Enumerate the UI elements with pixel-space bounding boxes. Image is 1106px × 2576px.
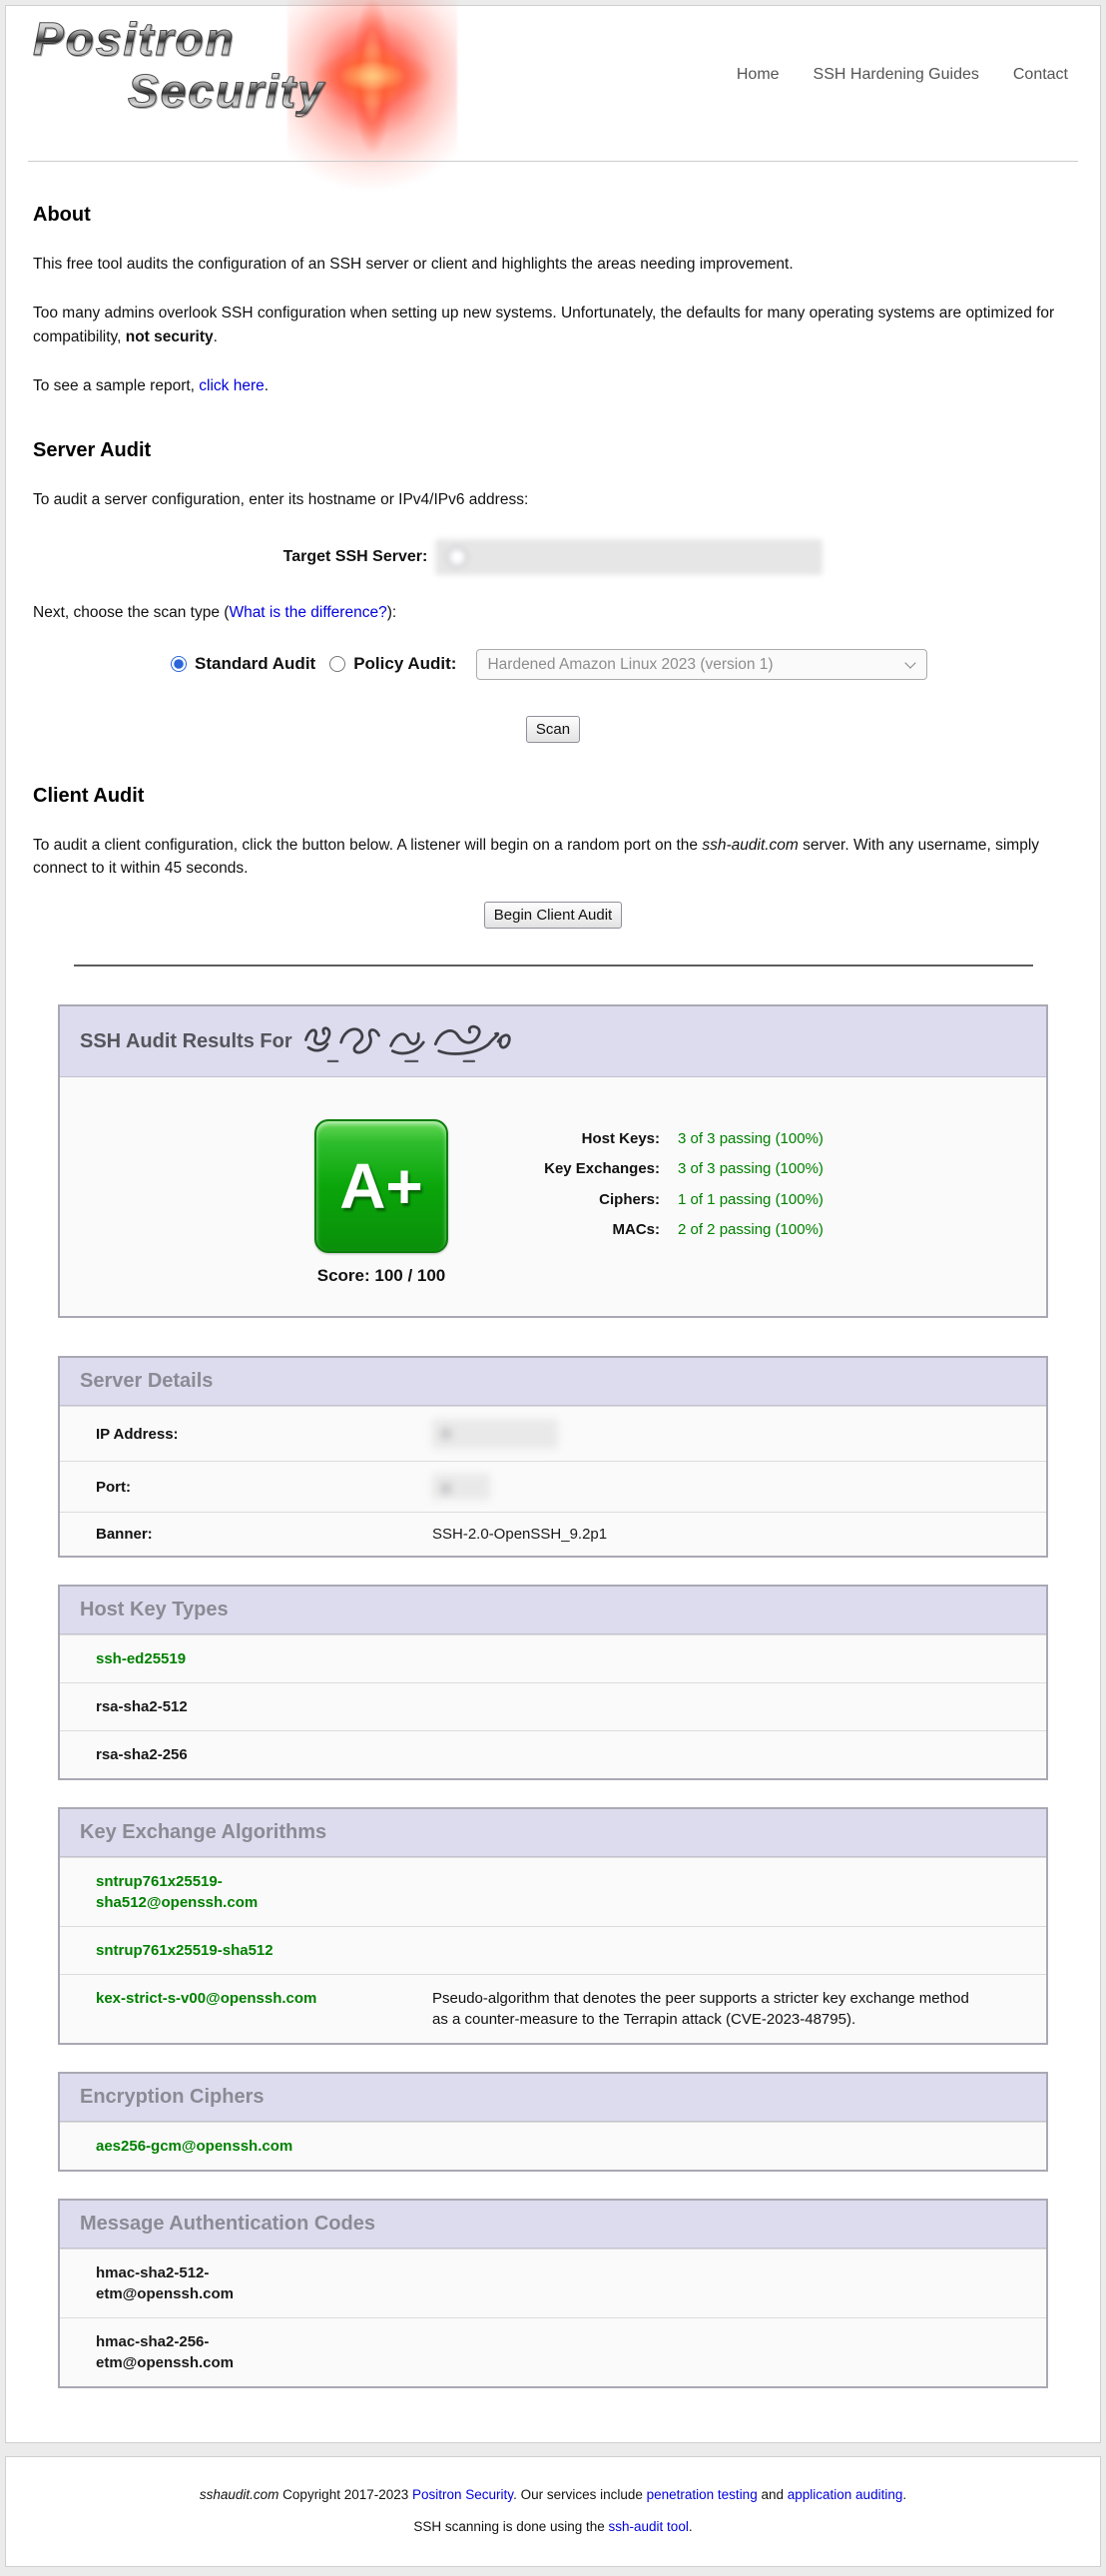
redacted-port (432, 1474, 490, 1500)
policy-select[interactable]: Hardened Amazon Linux 2023 (version 1) (476, 649, 927, 680)
client-audit-button-row: Begin Client Audit (33, 902, 1073, 929)
encryption-ciphers-panel: Encryption Ciphers aes256-gcm@openssh.co… (58, 2072, 1048, 2172)
target-ssh-server-input[interactable] (435, 539, 823, 575)
scan-button[interactable]: Scan (526, 716, 580, 743)
positron-security-logo[interactable]: Positron Security (33, 16, 452, 156)
key-exchange-header: Key Exchange Algorithms (60, 1809, 1046, 1857)
server-details-header: Server Details (60, 1358, 1046, 1406)
kex-row: sntrup761x25519-sha512@openssh.com (60, 1857, 1046, 1926)
redacted-ip-address (432, 1419, 558, 1449)
macs-panel: Message Authentication Codes hmac-sha2-5… (58, 2199, 1048, 2388)
mac-row: hmac-sha2-256-etm@openssh.com (60, 2317, 1046, 2386)
footer-ssh-audit-tool-link[interactable]: ssh-audit tool (609, 2519, 689, 2534)
detail-row-ip: IP Address: (60, 1406, 1046, 1461)
server-audit-section: Server Audit To audit a server configura… (6, 439, 1100, 743)
about-heading: About (33, 204, 1073, 227)
ssh-audit-results-panel: SSH Audit Results For A+ (58, 1004, 1048, 1318)
logo-text-line2: Security (128, 68, 452, 114)
redacted-hostname-scribble (302, 1020, 517, 1064)
site-header: Positron Security Home SSH Hardening Guid… (6, 6, 1100, 162)
stat-row-macs: MACs: 2 of 2 passing (100%) (532, 1220, 824, 1240)
footer-penetration-testing-link[interactable]: penetration testing (647, 2487, 758, 2502)
mac-row: hmac-sha2-512-etm@openssh.com (60, 2249, 1046, 2317)
nav-home-link[interactable]: Home (737, 66, 780, 83)
stat-row-key-exchanges: Key Exchanges: 3 of 3 passing (100%) (532, 1159, 824, 1179)
kex-note: Pseudo-algorithm that denotes the peer s… (432, 1988, 996, 2030)
scan-button-row: Scan (33, 716, 1073, 743)
stat-row-host-keys: Host Keys: 3 of 3 passing (100%) (532, 1129, 824, 1149)
server-details-panel: Server Details IP Address: Port: Banner:… (58, 1356, 1048, 1558)
page: Positron Security Home SSH Hardening Guid… (0, 5, 1106, 2567)
policy-select-wrap: Hardened Amazon Linux 2023 (version 1) (476, 649, 927, 680)
about-paragraph-1: This free tool audits the configuration … (33, 253, 1073, 276)
score-label: Score: 100 / 100 (286, 1266, 476, 1286)
footer-application-auditing-link[interactable]: application auditing (788, 2487, 903, 2502)
begin-client-audit-button[interactable]: Begin Client Audit (484, 902, 622, 929)
policy-audit-label: Policy Audit: (353, 654, 456, 674)
footer-positron-security-link[interactable]: Positron Security (412, 2487, 513, 2502)
grade-badge: A+ (314, 1119, 448, 1253)
target-server-row: Target SSH Server: (33, 539, 1073, 575)
grade-value: A+ (339, 1149, 423, 1223)
nav-contact-link[interactable]: Contact (1013, 66, 1068, 83)
cipher-row: aes256-gcm@openssh.com (60, 2122, 1046, 2170)
results-panel-body: A+ Score: 100 / 100 Host Keys: 3 of 3 pa… (60, 1077, 1046, 1316)
host-key-row: rsa-sha2-256 (60, 1730, 1046, 1778)
site-footer: sshaudit.com Copyright 2017-2023 Positro… (5, 2456, 1101, 2567)
client-audit-paragraph: To audit a client configuration, click t… (33, 834, 1073, 881)
host-key-types-panel: Host Key Types ssh-ed25519 rsa-sha2-512 … (58, 1585, 1048, 1780)
host-key-row: rsa-sha2-512 (60, 1682, 1046, 1730)
kex-row: kex-strict-s-v00@openssh.com Pseudo-algo… (60, 1974, 1046, 2043)
banner-value: SSH-2.0-OpenSSH_9.2p1 (432, 1526, 607, 1543)
standard-audit-radio[interactable] (171, 656, 187, 672)
host-key-types-header: Host Key Types (60, 1587, 1046, 1634)
scan-type-row: Standard Audit Policy Audit: Hardened Am… (171, 649, 1073, 680)
about-section: About This free tool audits the configur… (6, 204, 1100, 397)
key-exchange-panel: Key Exchange Algorithms sntrup761x25519-… (58, 1807, 1048, 2045)
scan-type-difference-link[interactable]: What is the difference? (229, 604, 386, 621)
footer-line1: sshaudit.com Copyright 2017-2023 Positro… (26, 2487, 1080, 2502)
kex-row: sntrup761x25519-sha512 (60, 1926, 1046, 1974)
detail-row-port: Port: (60, 1461, 1046, 1512)
results-panel-header: SSH Audit Results For (60, 1006, 1046, 1077)
macs-header: Message Authentication Codes (60, 2201, 1046, 2249)
about-paragraph-2: Too many admins overlook SSH configurati… (33, 302, 1073, 348)
target-ssh-server-label: Target SSH Server: (283, 548, 428, 566)
sample-report-paragraph: To see a sample report, click here. (33, 374, 1073, 397)
server-audit-heading: Server Audit (33, 439, 1073, 462)
client-audit-heading: Client Audit (33, 785, 1073, 808)
results-stats: Host Keys: 3 of 3 passing (100%) Key Exc… (532, 1129, 824, 1250)
host-key-row: ssh-ed25519 (60, 1634, 1046, 1682)
encryption-ciphers-header: Encryption Ciphers (60, 2074, 1046, 2122)
nav-ssh-hardening-guides-link[interactable]: SSH Hardening Guides (814, 66, 979, 83)
server-audit-intro: To audit a server configuration, enter i… (33, 488, 1073, 511)
scan-type-paragraph: Next, choose the scan type (What is the … (33, 601, 1073, 624)
header-divider (28, 161, 1078, 162)
results-title: SSH Audit Results For (80, 1030, 292, 1053)
standard-audit-label: Standard Audit (195, 654, 315, 674)
footer-line2: SSH scanning is done using the ssh-audit… (26, 2519, 1080, 2534)
client-audit-section: Client Audit To audit a client configura… (6, 785, 1100, 930)
stat-row-ciphers: Ciphers: 1 of 1 passing (100%) (532, 1190, 824, 1210)
main-nav: Home SSH Hardening Guides Contact (703, 66, 1068, 84)
detail-row-banner: Banner: SSH-2.0-OpenSSH_9.2p1 (60, 1512, 1046, 1556)
main-content-card: Positron Security Home SSH Hardening Guid… (5, 5, 1101, 2443)
policy-audit-radio[interactable] (329, 656, 345, 672)
grade-column: A+ Score: 100 / 100 (286, 1119, 476, 1286)
sample-report-link[interactable]: click here (199, 377, 264, 394)
results-divider (74, 965, 1033, 966)
logo-text-line1: Positron (33, 16, 452, 62)
